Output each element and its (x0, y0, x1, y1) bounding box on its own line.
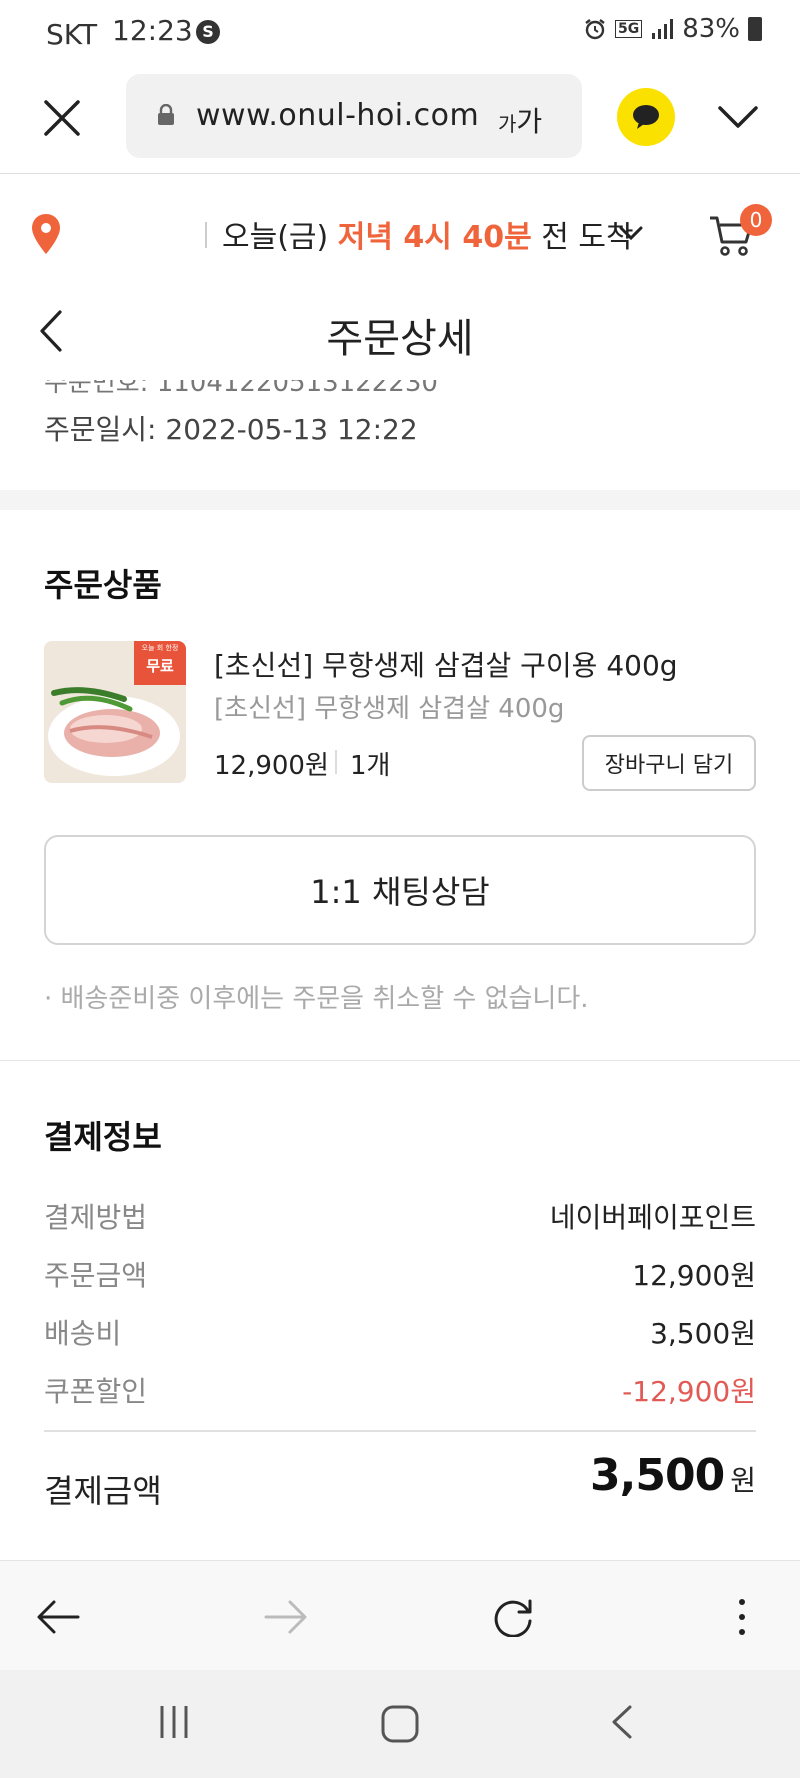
forward-arrow-icon[interactable] (264, 1597, 308, 1637)
url-text: www.onul-hoi.com (196, 98, 480, 133)
lock-icon (158, 104, 174, 125)
page-header: 주문상세 (0, 280, 800, 380)
battery-percent: 83% (682, 14, 740, 44)
chat-consult-button[interactable]: 1:1 채팅상담 (44, 835, 756, 945)
battery-icon (748, 17, 762, 41)
url-bar[interactable]: www.onul-hoi.com 가가 (126, 74, 582, 158)
more-options-icon[interactable] (722, 1597, 762, 1637)
status-icons: 5G 83% (583, 14, 762, 44)
cart-count-badge: 0 (740, 204, 772, 236)
delivery-time: 저녁 4시 40분 (337, 220, 532, 255)
s-notification-icon: S (196, 20, 220, 44)
total-amount: 3,500 원 (590, 1450, 756, 1501)
product-price: 12,900원 (214, 751, 329, 781)
text-size-large: 가 (516, 105, 543, 138)
payment-method-row: 결제방법 네이버페이포인트 (44, 1196, 756, 1236)
product-name[interactable]: [초신선] 무항생제 삼겹살 구이용 400g (214, 644, 678, 684)
product-option: [초신선] 무항생제 삼겹살 400g (214, 694, 565, 724)
coupon-discount-label: 쿠폰할인 (44, 1375, 148, 1408)
back-arrow-icon[interactable] (36, 1597, 80, 1637)
home-icon[interactable] (380, 1704, 420, 1744)
browser-bottom-bar (0, 1560, 800, 1670)
system-nav-bar (0, 1670, 800, 1778)
total-amount-unit: 원 (730, 1464, 756, 1497)
order-amount-value: 12,900원 (632, 1259, 756, 1292)
order-amount-row: 주문금액 12,900원 (44, 1254, 756, 1294)
delivery-eta: 오늘(금) 저녁 4시 40분 전 도착 (222, 212, 634, 256)
chevron-down-icon[interactable] (618, 224, 644, 242)
browser-toolbar: www.onul-hoi.com 가가 (0, 70, 800, 174)
product-badge-top: 오늘 회 한정 (141, 644, 179, 652)
ordered-items-title: 주문상품 (44, 566, 162, 604)
total-divider (44, 1430, 756, 1432)
coupon-discount-row: 쿠폰할인 -12,900원 (44, 1370, 756, 1410)
text-size-button[interactable]: 가가 (498, 100, 542, 140)
add-to-cart-button[interactable]: 장바구니 담기 (582, 735, 756, 791)
product-badge: 무료 (146, 657, 174, 675)
system-back-icon[interactable] (610, 1704, 634, 1740)
delivery-info-bar[interactable]: 오늘(금) 저녁 4시 40분 전 도착 (0, 200, 800, 270)
status-bar: SKT 12:23 S 5G 83% (0, 0, 800, 62)
text-size-small: 가 (498, 112, 517, 136)
refresh-icon[interactable] (492, 1597, 536, 1637)
section-spacer (0, 490, 800, 510)
order-number-cut: 주문번호: 11041220513122230 (44, 380, 438, 394)
order-datetime: 주문일시: 2022-05-13 12:22 (44, 413, 418, 446)
payment-method-value: 네이버페이포인트 (549, 1201, 756, 1234)
page-title: 주문상세 (326, 316, 474, 362)
carrier-label: SKT (46, 18, 98, 51)
kakao-chat-button[interactable] (617, 88, 675, 146)
product-image[interactable]: 오늘 회 한정 무료 (44, 641, 186, 783)
location-pin-icon (32, 214, 60, 254)
chat-bubble-icon (633, 105, 659, 129)
chevron-down-icon[interactable] (716, 102, 760, 132)
clock: 12:23 (112, 14, 193, 47)
signal-icon (652, 19, 674, 39)
product-quantity: 1개 (350, 751, 391, 781)
total-amount-value: 3,500 (590, 1450, 725, 1501)
shipping-fee-value: 3,500원 (650, 1317, 756, 1350)
alarm-icon (585, 19, 605, 40)
section-divider (0, 1060, 800, 1061)
divider (335, 750, 337, 774)
divider (205, 222, 207, 248)
coupon-discount-value: -12,900원 (622, 1375, 756, 1408)
order-amount-label: 주문금액 (44, 1259, 148, 1292)
total-amount-label: 결제금액 (44, 1472, 162, 1510)
payment-method-label: 결제방법 (44, 1201, 148, 1234)
shipping-fee-row: 배송비 3,500원 (44, 1312, 756, 1352)
close-icon[interactable] (40, 96, 84, 140)
recent-apps-icon[interactable] (156, 1704, 192, 1740)
network-5g-icon: 5G (614, 20, 643, 38)
shipping-fee-label: 배송비 (44, 1317, 122, 1350)
delivery-day: 오늘(금) (222, 220, 329, 255)
cancel-notice: · 배송준비중 이후에는 주문을 취소할 수 없습니다. (44, 984, 589, 1014)
address-redacted (72, 224, 192, 248)
payment-info-title: 결제정보 (44, 1118, 162, 1156)
